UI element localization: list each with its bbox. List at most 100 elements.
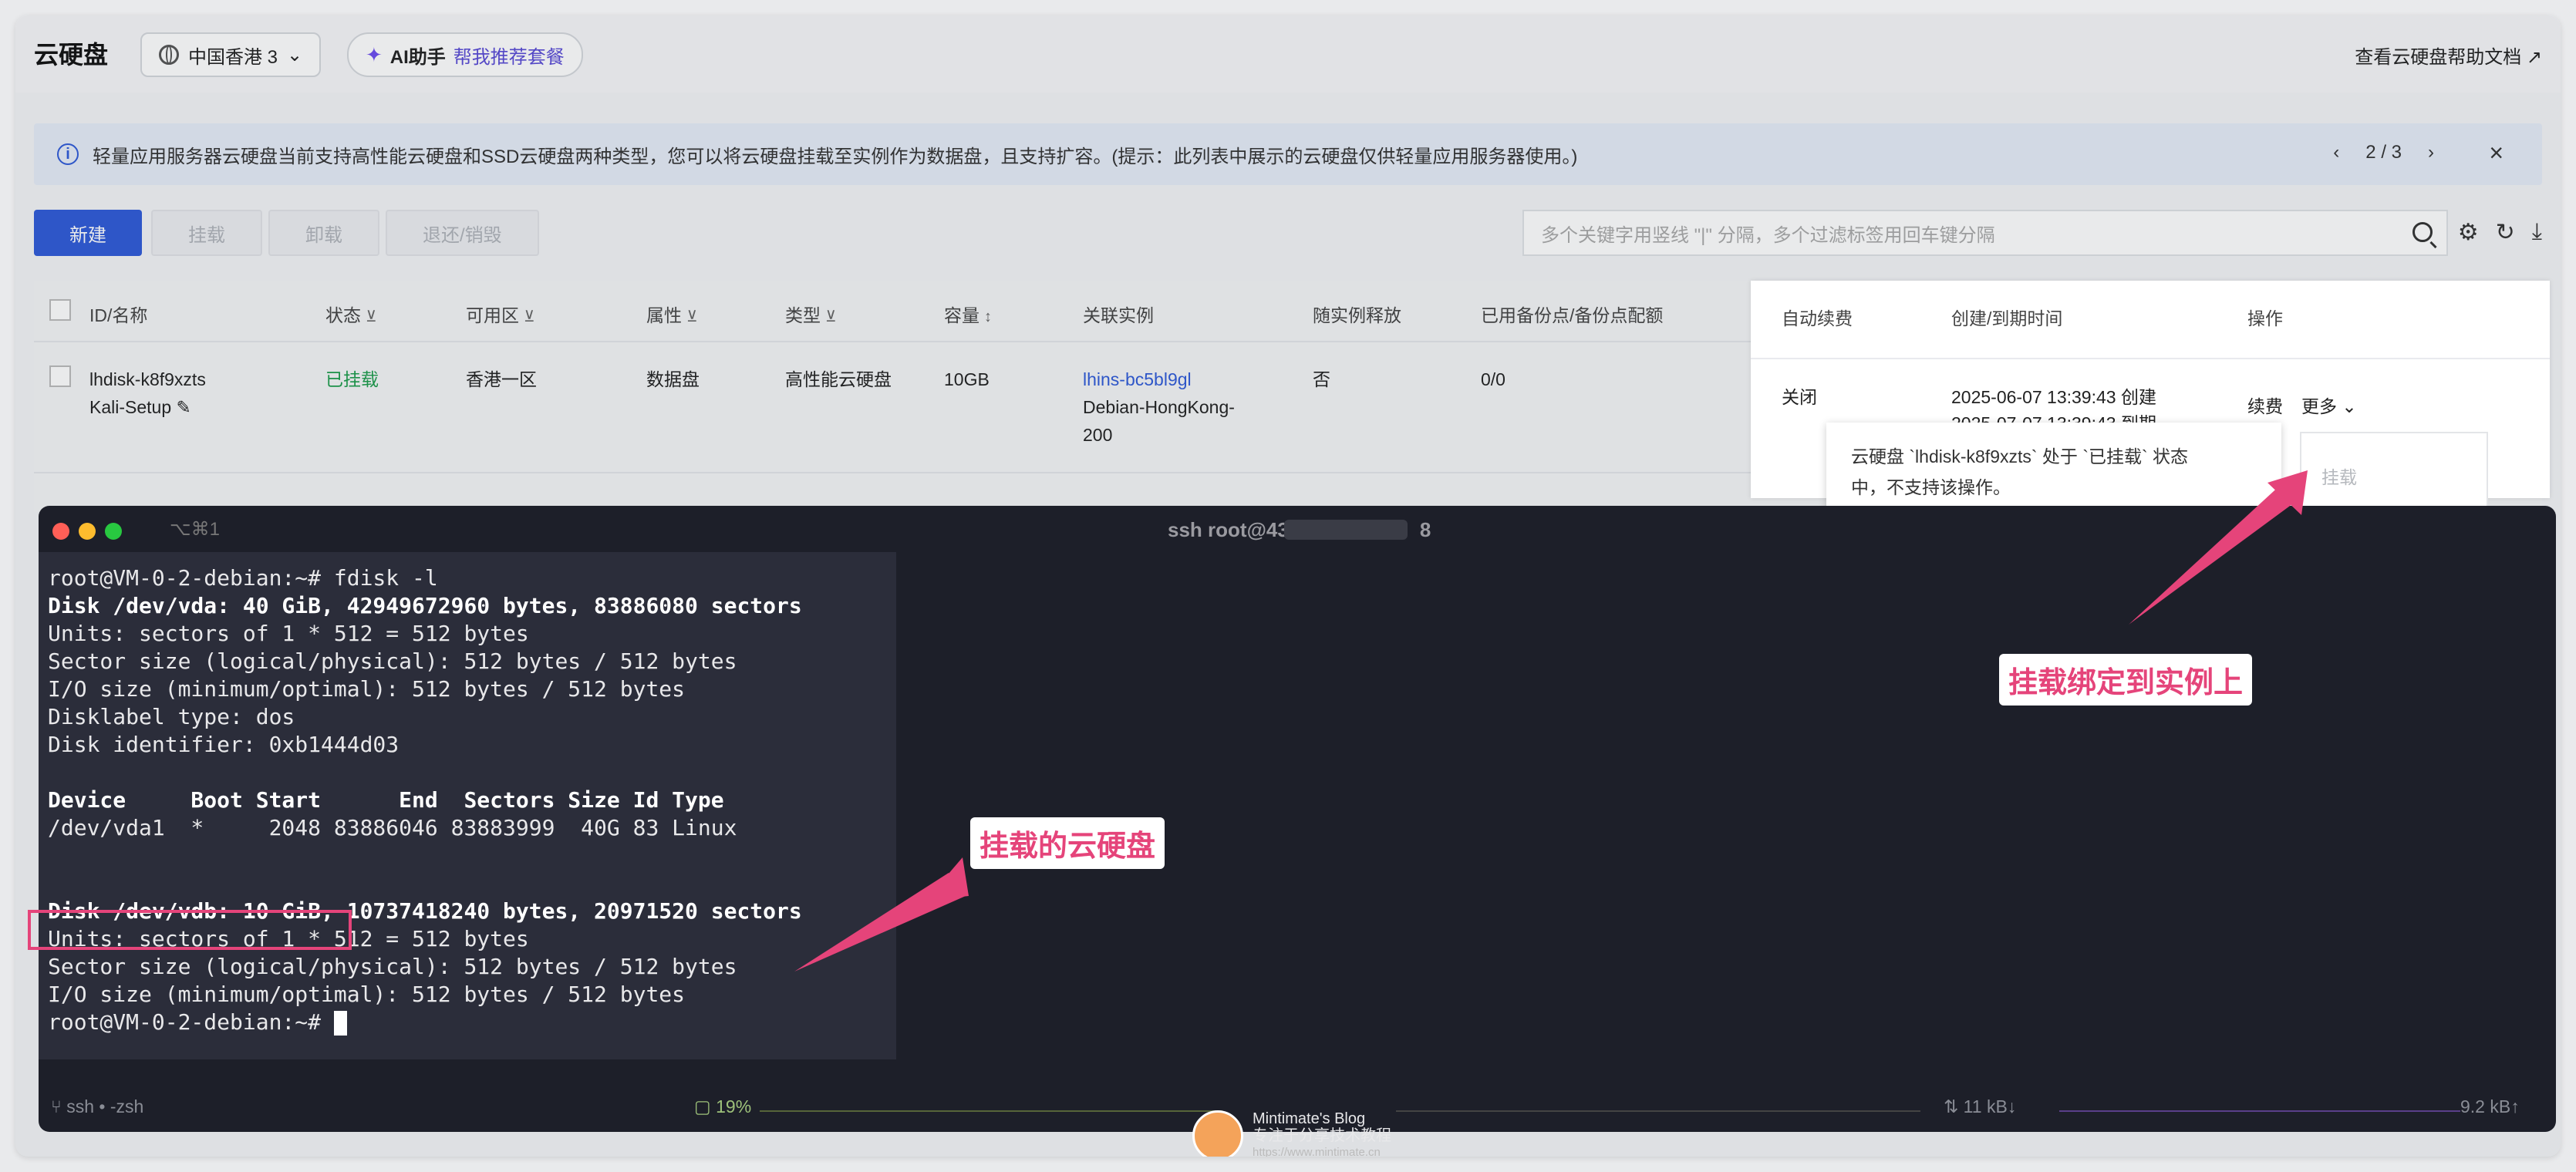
menu-item-mount[interactable]: 挂载 <box>2321 463 2357 489</box>
terminal-cursor <box>334 1011 347 1036</box>
th-capacity[interactable]: 容量↕ <box>944 301 992 327</box>
terminal-line: Sector size (logical/physical): 512 byte… <box>48 648 802 675</box>
th-id-name: ID/名称 <box>89 301 147 327</box>
ai-assistant-label: AI助手 <box>390 42 446 69</box>
terminal-line: Device Boot Start End Sectors Size Id Ty… <box>48 786 802 814</box>
cpu-label: 19% <box>716 1096 751 1116</box>
new-button[interactable]: 新建 <box>34 210 142 256</box>
search-icon[interactable] <box>2412 222 2433 242</box>
terminal-line-text: Sector size (logical/physical): 512 byte… <box>48 954 737 979</box>
watermark-text: Mintimate's Blog 专注于分享技术教程 https://www.m… <box>1253 1110 1391 1157</box>
filter-icon[interactable]: ⊻ <box>524 308 535 325</box>
th-zone[interactable]: 可用区 ⊻ <box>466 301 535 327</box>
banner-pager: ‹ 2 / 3 › <box>2333 142 2434 163</box>
terminal-line: Units: sectors of 1 * 512 = 512 bytes <box>48 620 802 648</box>
terminal-line: root@VM-0-2-debian:~# <box>48 1009 802 1036</box>
search-input[interactable]: 多个关键字用竖线 "|" 分隔，多个过滤标签用回车键分隔 <box>1522 210 2448 256</box>
th-type[interactable]: 类型⊻ <box>785 301 837 327</box>
terminal-line: I/O size (minimum/optimal): 512 bytes / … <box>48 675 802 703</box>
gear-icon[interactable]: ⚙ <box>2458 219 2479 246</box>
minimize-window-icon[interactable] <box>79 523 96 540</box>
ai-assistant-button[interactable]: ✦ AI助手 帮我推荐套餐 <box>347 32 583 77</box>
close-icon[interactable]: × <box>2489 139 2504 167</box>
th-status[interactable]: 状态 ⊻ <box>325 301 377 327</box>
sort-icon[interactable]: ↕ <box>984 308 992 325</box>
tab-shortcut: ⌥⌘1 <box>170 518 220 541</box>
terminal-line-text: /dev/vda1 * 2048 83886046 83883999 40G 8… <box>48 815 737 840</box>
zoom-window-icon[interactable] <box>105 523 122 540</box>
more-dropdown[interactable]: 更多 ⌄ <box>2301 392 2357 418</box>
ai-recommend-link[interactable]: 帮我推荐套餐 <box>453 42 565 69</box>
top-bar: 云硬盘 中国香港 3 ⌄ ✦ AI助手 帮我推荐套餐 查看云硬盘帮助文档 ↗ <box>15 15 2561 93</box>
mount-button[interactable]: 挂载 <box>151 210 262 256</box>
close-window-icon[interactable] <box>52 523 69 540</box>
disk-name: Kali-Setup <box>89 397 171 417</box>
th-backup: 已用备份点/备份点配额 <box>1481 301 1663 327</box>
filter-icon[interactable]: ⊻ <box>366 308 377 325</box>
th-status-label: 状态 <box>325 305 361 325</box>
select-all-checkbox[interactable] <box>49 299 71 321</box>
terminal-line <box>48 870 802 898</box>
wm-url: https://www.mintimate.cn <box>1253 1144 1391 1157</box>
help-doc-link[interactable]: 查看云硬盘帮助文档 ↗ <box>2355 42 2542 69</box>
region-select[interactable]: 中国香港 3 ⌄ <box>140 32 321 77</box>
toolbar: 新建 挂载 卸载 退还/销毁 多个关键字用竖线 "|" 分隔，多个过滤标签用回车… <box>34 210 2542 258</box>
chevron-left-icon[interactable]: ‹ <box>2333 142 2339 163</box>
cell-capacity: 10GB <box>944 365 990 393</box>
refresh-icon[interactable]: ↻ <box>2496 219 2515 246</box>
terminal-output[interactable]: root@VM-0-2-debian:~# fdisk -lDisk /dev/… <box>48 564 802 1036</box>
terminal-line: /dev/vda1 * 2048 83886046 83883999 40G 8… <box>48 814 802 842</box>
disk-id[interactable]: lhdisk-k8f9xzts <box>89 365 206 393</box>
cpu-status: ▢ 19% <box>694 1096 751 1117</box>
net-in-status: ⇅ 11 kB↓ <box>1944 1096 2016 1117</box>
row-checkbox[interactable] <box>49 365 71 387</box>
cell-release: 否 <box>1313 365 1330 393</box>
instance-link[interactable]: lhins-bc5bl9gl <box>1083 365 1235 393</box>
help-doc-label: 查看云硬盘帮助文档 <box>2355 47 2521 68</box>
blog-logo-icon <box>1192 1110 1243 1157</box>
chevron-right-icon[interactable]: › <box>2428 142 2434 163</box>
tooltip-line-2: 中，不支持该操作。 <box>1851 472 2257 503</box>
instance-name-1: Debian-HongKong- <box>1083 393 1235 421</box>
terminal-line: root@VM-0-2-debian:~# fdisk -l <box>48 564 802 592</box>
redacted-ip <box>1284 520 1408 540</box>
filter-icon[interactable]: ⊻ <box>825 308 837 325</box>
terminal-line: Disk /dev/vda: 40 GiB, 42949672960 bytes… <box>48 592 802 620</box>
region-label: 中国香港 3 <box>188 42 278 69</box>
network-icon: ⇅ <box>1944 1096 1964 1116</box>
network-graph <box>2059 1110 2460 1112</box>
session-label: ssh • -zsh <box>66 1096 143 1116</box>
unmount-button[interactable]: 卸载 <box>268 210 379 256</box>
terminal-line-text: I/O size (minimum/optimal): 512 bytes / … <box>48 676 685 702</box>
filter-icon[interactable]: ⊻ <box>686 308 698 325</box>
info-icon: i <box>57 143 79 165</box>
chevron-down-icon: ⌄ <box>2342 396 2356 416</box>
terminal-line-text: Disklabel type: dos <box>48 704 295 729</box>
status-badge: 已挂载 <box>325 365 379 393</box>
divider <box>1751 358 2550 359</box>
th-instance: 关联实例 <box>1083 301 1154 327</box>
renew-link[interactable]: 续费 <box>2247 392 2283 418</box>
th-attr[interactable]: 属性⊻ <box>646 301 698 327</box>
edit-pencil-icon[interactable]: ✎ <box>177 397 191 417</box>
cell-id-name: lhdisk-k8f9xzts Kali-Setup ✎ <box>89 365 206 421</box>
cpu-icon: ▢ <box>694 1096 716 1116</box>
terminal-line-text: Disk /dev/vda: 40 GiB, 42949672960 bytes… <box>48 593 802 618</box>
download-icon[interactable]: ⤓ <box>2532 219 2542 246</box>
terminal-line: Sector size (logical/physical): 512 byte… <box>48 953 802 981</box>
ai-sparkle-icon: ✦ <box>366 43 383 67</box>
terminal-line <box>48 842 802 870</box>
th-type-label: 类型 <box>785 305 821 325</box>
th-ops: 操作 <box>2247 304 2283 330</box>
th-time: 创建/到期时间 <box>1951 304 2062 330</box>
tooltip-line-1: 云硬盘 `lhdisk-k8f9xzts` 处于 `已挂载` 状态 <box>1851 441 2257 472</box>
cell-attr: 数据盘 <box>646 365 700 393</box>
terminal-line-text: I/O size (minimum/optimal): 512 bytes / … <box>48 982 685 1007</box>
terminal-line-text: Device Boot Start End Sectors Size Id Ty… <box>48 787 724 813</box>
wm-subtitle: 专注于分享技术教程 <box>1253 1127 1391 1144</box>
cell-instance: lhins-bc5bl9gl Debian-HongKong- 200 <box>1083 365 1235 449</box>
refund-button[interactable]: 退还/销毁 <box>386 210 539 256</box>
terminal-line-text: root@VM-0-2-debian:~# fdisk -l <box>48 565 438 591</box>
globe-icon <box>159 45 179 65</box>
th-zone-label: 可用区 <box>466 305 519 325</box>
